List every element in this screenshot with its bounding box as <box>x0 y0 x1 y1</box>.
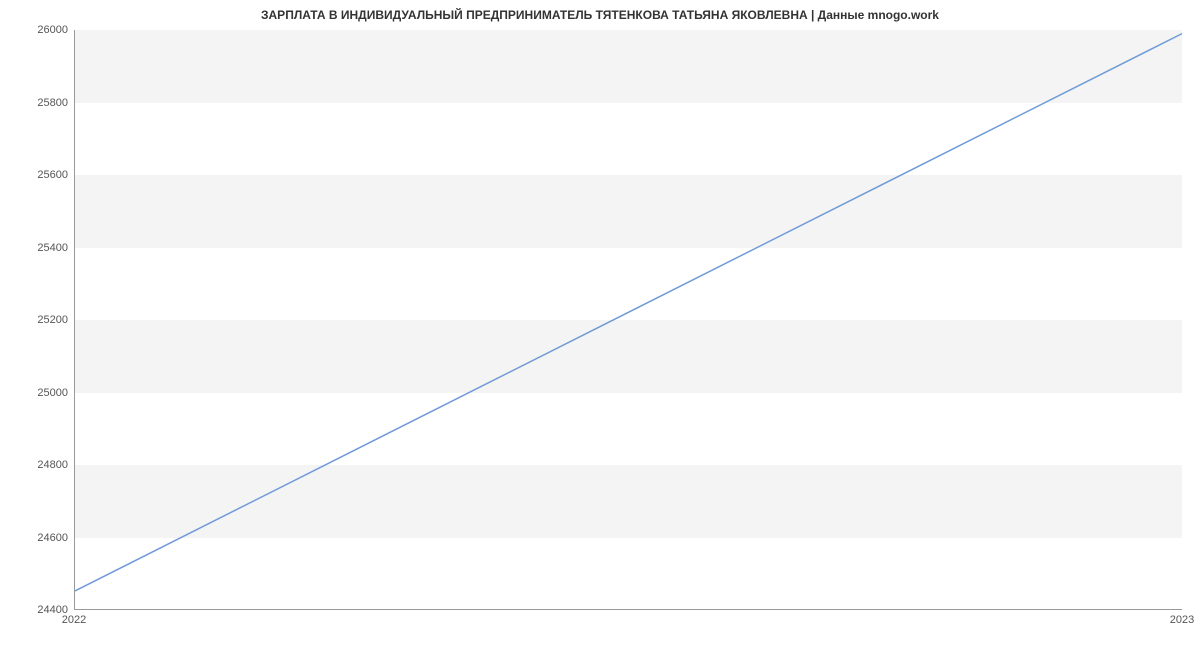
y-tick-label: 25800 <box>8 97 68 109</box>
y-tick-label: 25000 <box>8 387 68 399</box>
chart-title: ЗАРПЛАТА В ИНДИВИДУАЛЬНЫЙ ПРЕДПРИНИМАТЕЛ… <box>0 8 1200 22</box>
x-tick-label: 2022 <box>62 614 86 626</box>
y-tick-label: 25400 <box>8 242 68 254</box>
y-tick-label: 26000 <box>8 24 68 36</box>
y-tick-label: 24400 <box>8 604 68 616</box>
y-tick-label: 24600 <box>8 532 68 544</box>
x-tick-label: 2023 <box>1170 614 1194 626</box>
plot-area <box>74 30 1182 610</box>
y-tick-label: 24800 <box>8 459 68 471</box>
y-tick-label: 25200 <box>8 314 68 326</box>
chart-svg <box>75 30 1182 609</box>
y-tick-label: 25600 <box>8 169 68 181</box>
data-line <box>75 34 1182 591</box>
